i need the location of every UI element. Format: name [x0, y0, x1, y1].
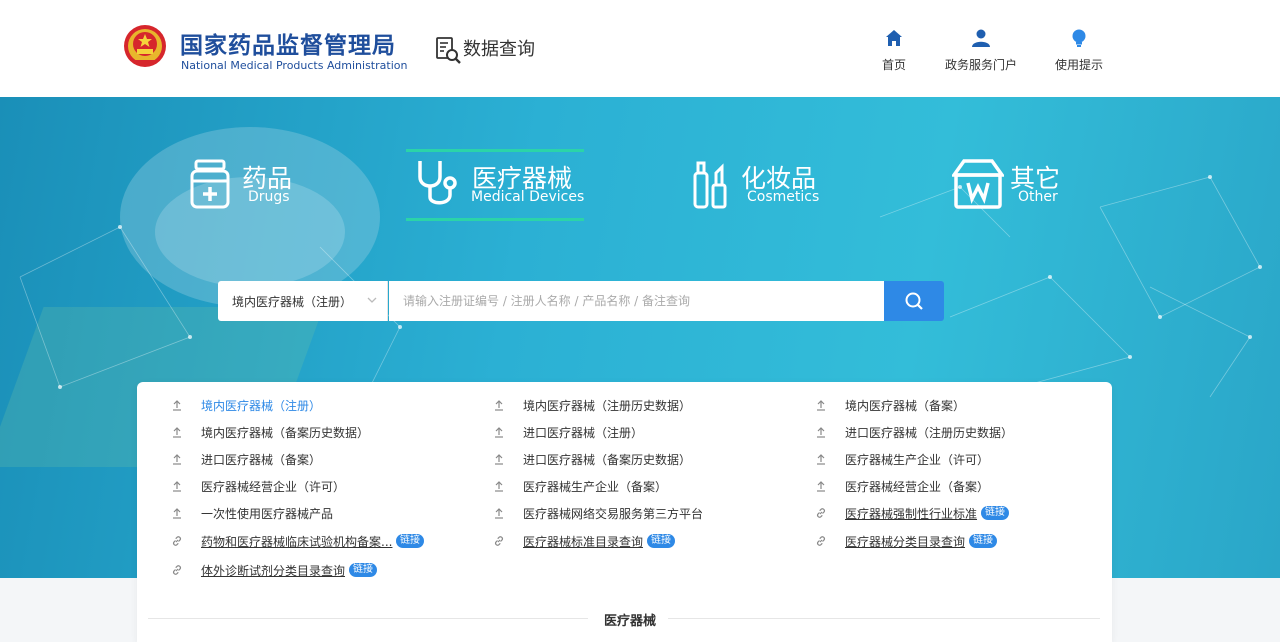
link-icon [495, 536, 503, 546]
link-badge: 链接 [396, 534, 424, 548]
search-type-selected: 境内医疗器械（注册） [232, 295, 353, 309]
upload-icon [495, 454, 503, 465]
list-item-label: 医疗器械强制性行业标准 [845, 507, 978, 521]
category-cosmetics-label-en: Cosmetics [747, 189, 820, 205]
list-item-label: 进口医疗器械（备案） [201, 453, 322, 467]
category-other-label-en: Other [1018, 189, 1058, 205]
list-item-label: 体外诊断试剂分类目录查询 [201, 564, 346, 578]
bulb-icon [1072, 29, 1086, 47]
link-icon [173, 565, 181, 575]
org-name-cn: 国家药品监督管理局 [180, 33, 396, 59]
search-button[interactable] [884, 281, 944, 321]
nav-home[interactable]: 首页 [882, 28, 906, 73]
search-icon [905, 292, 923, 310]
chevron-down-icon [367, 297, 377, 303]
list-item-label: 医疗器械经营企业（许可） [201, 480, 346, 494]
section-divider-left [148, 618, 588, 619]
upload-icon [173, 454, 181, 465]
nav-service-portal-label: 政务服务门户 [945, 58, 1018, 72]
upload-icon [495, 427, 503, 438]
upload-icon [173, 427, 181, 438]
nav-service-portal[interactable]: 政务服务门户 [945, 28, 1017, 73]
store-icon [952, 159, 1004, 209]
link-icon [817, 536, 825, 546]
list-item-label: 境内医疗器械（注册） [201, 399, 322, 413]
category-drugs-label-en: Drugs [248, 189, 290, 205]
list-item-label: 药物和医疗器械临床试验机构备案... [201, 535, 393, 549]
nav-home-label: 首页 [882, 58, 907, 72]
upload-icon [173, 508, 181, 519]
list-item-label: 进口医疗器械（注册历史数据） [845, 426, 1014, 440]
list-item-label: 医疗器械标准目录查询 [523, 535, 644, 549]
page-title: 数据查询 [463, 39, 535, 60]
link-badge: 链接 [647, 534, 675, 548]
list-item-label: 一次性使用医疗器械产品 [201, 507, 334, 521]
list-item-label: 医疗器械网络交易服务第三方平台 [523, 507, 704, 521]
section-title: 医疗器械 [604, 614, 657, 629]
category-drugs[interactable]: 药品 Drugs [190, 157, 300, 217]
stethoscope-icon [418, 161, 457, 205]
category-medical-devices[interactable]: 医疗器械 Medical Devices [414, 157, 584, 217]
list-item-label: 境内医疗器械（备案） [845, 399, 966, 413]
link-icon [817, 508, 825, 518]
upload-icon [173, 400, 181, 411]
upload-icon [495, 508, 503, 519]
upload-icon [817, 481, 825, 492]
link-badge: 链接 [349, 563, 377, 577]
upload-icon [495, 400, 503, 411]
upload-icon [817, 400, 825, 411]
list-item-label: 医疗器械生产企业（许可） [845, 453, 990, 467]
list-item-label: 境内医疗器械（备案历史数据） [201, 426, 370, 440]
org-name-en: National Medical Products Administration [181, 59, 408, 72]
upload-icon [173, 481, 181, 492]
category-other[interactable]: 其它 Other [952, 157, 1072, 217]
nav-usage-tips[interactable]: 使用提示 [1055, 28, 1103, 73]
link-icon [173, 536, 181, 546]
list-item-label: 医疗器械生产企业（备案） [523, 480, 668, 494]
link-badge: 链接 [981, 506, 1009, 520]
list-item-label: 进口医疗器械（备案历史数据） [523, 453, 692, 467]
national-emblem-icon [124, 25, 166, 67]
search-type-select[interactable]: 境内医疗器械（注册） [218, 281, 388, 321]
section-divider-right [668, 618, 1100, 619]
home-icon [886, 30, 902, 46]
cosmetics-icon [693, 161, 727, 209]
medicine-box-icon [190, 159, 230, 209]
active-category-bottom-line [406, 218, 584, 221]
category-medical-devices-label-en: Medical Devices [471, 189, 585, 205]
active-category-top-line [406, 149, 584, 152]
page-header: 国家药品监督管理局 National Medical Products Admi… [0, 0, 1280, 97]
nav-usage-tips-label: 使用提示 [1055, 58, 1104, 72]
list-item-label: 医疗器械分类目录查询 [845, 535, 966, 549]
upload-icon [817, 427, 825, 438]
search-input[interactable] [389, 281, 884, 321]
list-item-label: 进口医疗器械（注册） [523, 426, 644, 440]
user-icon [972, 29, 990, 47]
document-search-icon [436, 37, 461, 64]
link-badge: 链接 [969, 534, 997, 548]
category-cosmetics[interactable]: 化妆品 Cosmetics [693, 157, 823, 217]
list-item-label: 境内医疗器械（注册历史数据） [523, 399, 692, 413]
upload-icon [817, 454, 825, 465]
upload-icon [495, 481, 503, 492]
list-item-label: 医疗器械经营企业（备案） [845, 480, 990, 494]
